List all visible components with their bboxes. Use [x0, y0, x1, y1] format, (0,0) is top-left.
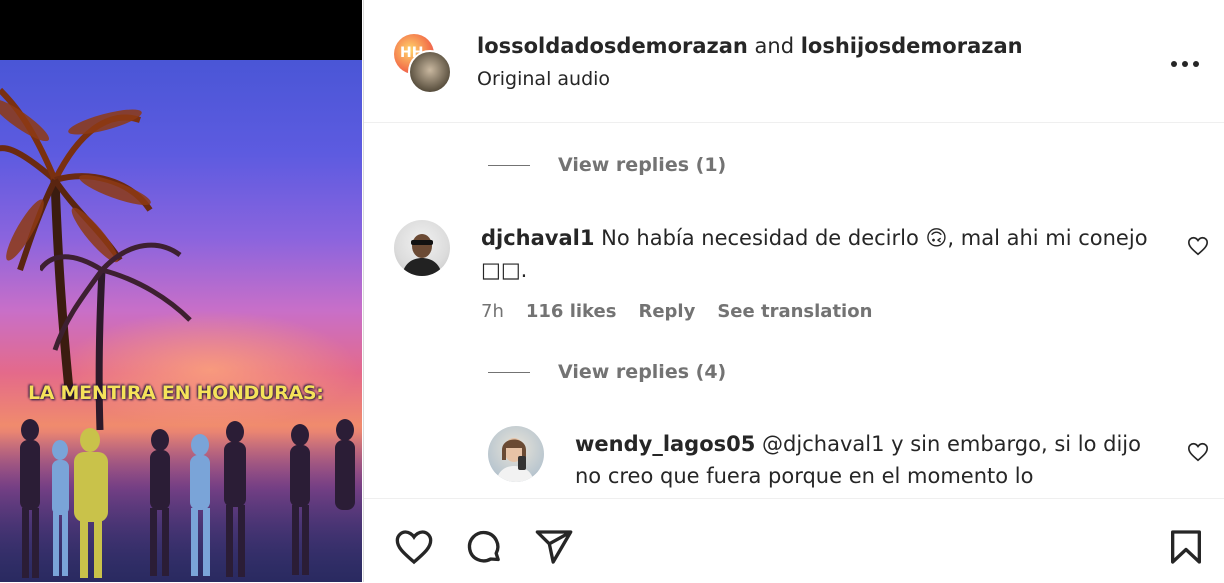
comment-meta: 7h 116 likes Reply See translation: [481, 301, 894, 322]
comment-body-cont: no creo que fuera porque en el momento l…: [575, 464, 1034, 488]
avatar[interactable]: [488, 426, 544, 482]
author-joiner: and: [747, 34, 801, 58]
video-scene: LA MENTIRA EN HONDURAS:: [0, 60, 362, 582]
send-icon[interactable]: [534, 527, 574, 567]
author-avatars[interactable]: HH: [392, 30, 452, 94]
more-horizontal-icon: [1171, 61, 1199, 67]
comment-icon[interactable]: [464, 527, 504, 567]
view-replies-button[interactable]: View replies (1): [488, 154, 726, 176]
replies-divider: [488, 372, 530, 373]
comment-username[interactable]: wendy_lagos05: [575, 432, 755, 456]
dancers-image: [20, 419, 355, 578]
comment-text: wendy_lagos05 @djchaval1 y sin embargo, …: [575, 428, 1175, 492]
comment-body: No había necesidad de decirlo 🙃, mal ahi…: [594, 226, 1148, 250]
reply-button[interactable]: Reply: [638, 301, 695, 322]
view-replies-label: View replies (4): [558, 361, 727, 383]
post-header: HH lossoldadosdemorazan and loshijosdemo…: [364, 0, 1224, 123]
comment-time[interactable]: 7h: [481, 301, 504, 322]
see-translation-button[interactable]: See translation: [717, 301, 872, 322]
post-actions: [364, 498, 1224, 583]
comment-body: @djchaval1 y sin embargo, si lo dijo: [755, 432, 1141, 456]
avatar-image: [402, 234, 442, 276]
post-panel: HH lossoldadosdemorazan and loshijosdemo…: [363, 0, 1224, 582]
reel-video[interactable]: LA MENTIRA EN HONDURAS:: [0, 0, 362, 582]
more-options-button[interactable]: [1170, 50, 1200, 70]
author-username-link[interactable]: loshijosdemorazan: [801, 34, 1023, 58]
heart-icon[interactable]: [1187, 441, 1209, 463]
bookmark-icon[interactable]: [1166, 527, 1206, 567]
author-username-link[interactable]: lossoldadosdemorazan: [477, 34, 748, 58]
view-replies-label: View replies (1): [558, 154, 727, 176]
post-authors: lossoldadosdemorazan and loshijosdemoraz…: [477, 34, 1023, 58]
avatar[interactable]: [394, 220, 450, 276]
heart-icon[interactable]: [394, 527, 434, 567]
comment-body-cont: □□.: [481, 258, 528, 282]
audio-link[interactable]: Original audio: [477, 68, 610, 90]
avatar-image: [496, 438, 534, 482]
replies-divider: [488, 165, 530, 166]
video-caption: LA MENTIRA EN HONDURAS:: [28, 382, 324, 404]
comment-text: djchaval1 No había necesidad de decirlo …: [481, 222, 1181, 286]
comment-username[interactable]: djchaval1: [481, 226, 594, 250]
heart-icon[interactable]: [1187, 235, 1209, 257]
avatar[interactable]: [408, 50, 452, 94]
view-replies-button[interactable]: View replies (4): [488, 361, 726, 383]
comment-likes[interactable]: 116 likes: [526, 301, 617, 322]
